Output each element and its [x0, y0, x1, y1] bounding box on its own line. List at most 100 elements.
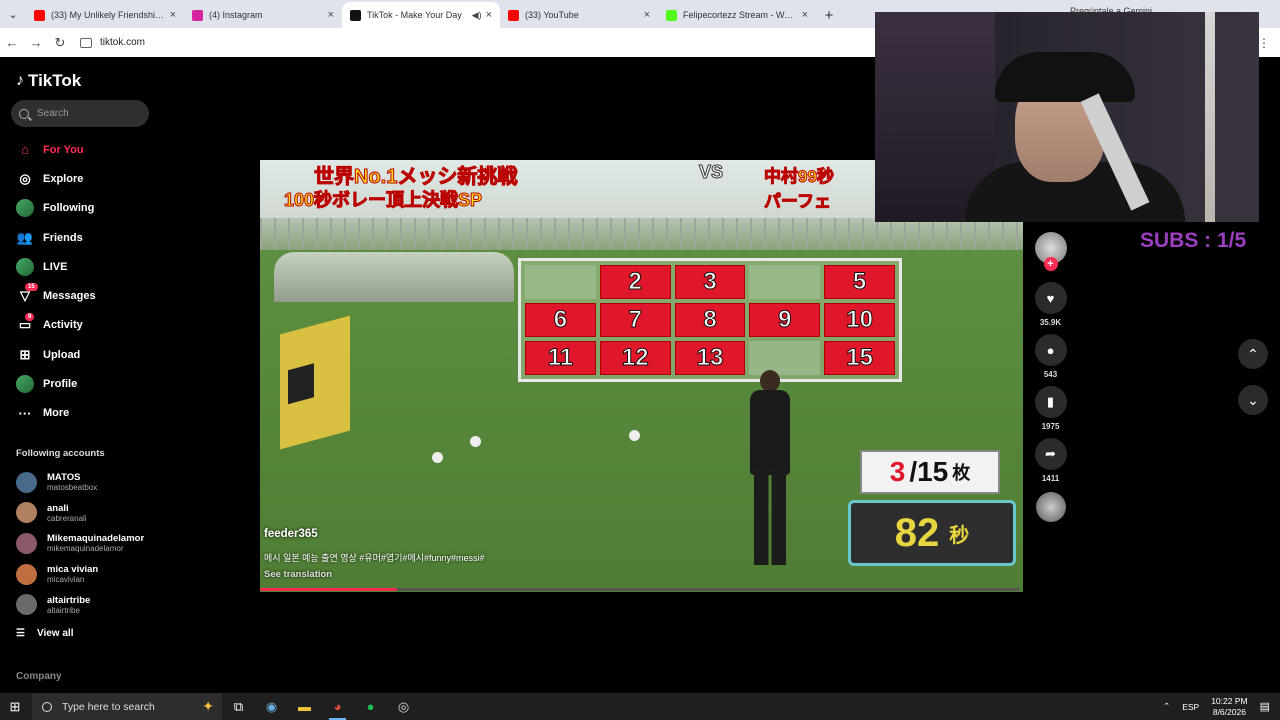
- target-board: 2 3 5 6 7 8 9 10 11 12 13 15: [518, 258, 902, 382]
- tab-search-chevron-icon[interactable]: ⌄: [0, 0, 26, 28]
- comment-button[interactable]: ●: [1034, 334, 1067, 366]
- target-cell: 13: [674, 341, 746, 375]
- soccer-ball: [470, 436, 481, 447]
- sidebar-item-upload[interactable]: ⊞ Upload: [16, 340, 156, 369]
- following-account[interactable]: altairtribe altairtribe: [16, 589, 156, 620]
- company-heading[interactable]: Company: [16, 671, 62, 682]
- sidebar-item-more[interactable]: ··· More: [16, 399, 156, 428]
- avatar: [16, 502, 37, 524]
- previous-video-button[interactable]: ⌃: [1238, 339, 1268, 369]
- account-handle: mikemaquinadelamor: [47, 544, 124, 554]
- sidebar-item-label: Messages: [43, 290, 96, 303]
- hit-total: /15: [909, 456, 949, 487]
- following-account[interactable]: Mikemaquinadelamor mikemaquinadelamor: [16, 528, 156, 559]
- search-icon: [19, 108, 29, 119]
- author-avatar[interactable]: +: [1034, 232, 1067, 271]
- url-field[interactable]: tiktok.com: [80, 37, 145, 48]
- banner-right-title: 中村99秒パーフェ: [764, 167, 835, 212]
- forward-arrow-icon[interactable]: →: [24, 35, 48, 50]
- browser-tab[interactable]: (4) Instagram ×: [184, 2, 342, 28]
- upload-icon: ⊞: [19, 346, 31, 362]
- share-button[interactable]: ➦: [1034, 438, 1067, 470]
- browser-tab[interactable]: (33) YouTube ×: [500, 2, 658, 28]
- tab-close-icon[interactable]: ×: [644, 9, 650, 21]
- list-icon: ☰: [16, 628, 25, 639]
- sidebar-item-label: Activity: [43, 319, 83, 332]
- comment-icon: ●: [1046, 342, 1055, 358]
- video-progress-bar[interactable]: [260, 588, 1020, 591]
- site-info-icon[interactable]: [80, 37, 92, 48]
- next-video-button[interactable]: ⌄: [1238, 385, 1268, 415]
- see-translation-link[interactable]: See translation: [264, 569, 332, 580]
- chrome-icon[interactable]: ◕: [321, 693, 354, 720]
- sidebar-item-label: Following: [43, 202, 95, 215]
- sidebar-item-following[interactable]: Following: [16, 194, 156, 223]
- account-handle: micavivian: [47, 575, 85, 585]
- video-player[interactable]: 世界No.1メッシ新挑戦 100秒ボレー頂上決戦SP VS 中村99秒パーフェ …: [260, 160, 1023, 592]
- view-all-button[interactable]: ☰ View all: [16, 628, 73, 639]
- obs-icon[interactable]: ◎: [387, 693, 420, 720]
- windows-start-icon[interactable]: ⊞: [0, 699, 30, 715]
- like-button[interactable]: ♥: [1034, 282, 1067, 314]
- browser-menu-icon[interactable]: ⋮: [1258, 36, 1270, 50]
- notification-icon[interactable]: ▤: [1260, 700, 1270, 713]
- following-accounts-list: MATOS matosbeatbox anali cabreranali Mik…: [16, 467, 156, 620]
- taskbar-search-input[interactable]: Type here to search ✦: [32, 693, 222, 720]
- sidebar-item-profile[interactable]: Profile: [16, 369, 156, 398]
- video-author[interactable]: feeder365: [264, 528, 318, 540]
- task-view-icon[interactable]: ⧉: [222, 693, 255, 720]
- clock-date: 8/6/2026: [1212, 706, 1246, 717]
- taskbar: ⊞ Type here to search ✦ ⧉ ◉ ▬ ◕ ● ◎ ⌃ ES…: [0, 693, 1280, 720]
- view-all-label: View all: [36, 628, 74, 639]
- following-account[interactable]: anali cabreranali: [16, 498, 156, 529]
- sidebar: ♪ TikTok Search ⌂ For You ◎ Explore Follo…: [0, 57, 160, 693]
- sidebar-item-activity[interactable]: ▭ 9 Activity: [16, 311, 156, 340]
- account-name: altairtribe: [47, 594, 91, 606]
- tab-close-icon[interactable]: ×: [486, 9, 492, 21]
- sidebar-item-live[interactable]: LIVE: [16, 252, 156, 281]
- sidebar-item-label: Explore: [43, 172, 84, 185]
- file-explorer-icon[interactable]: ▬: [288, 693, 321, 720]
- soccer-ball: [432, 452, 443, 463]
- logo-text: TikTok: [28, 71, 82, 90]
- sidebar-item-label: Profile: [43, 378, 78, 391]
- following-account[interactable]: mica vivian micavivian: [16, 559, 156, 590]
- tab-close-icon[interactable]: ×: [170, 9, 176, 21]
- avatar: [16, 563, 37, 585]
- tab-close-icon[interactable]: ×: [802, 9, 808, 21]
- save-button[interactable]: ▮: [1034, 386, 1067, 418]
- search-placeholder: Search: [37, 108, 69, 119]
- new-tab-button[interactable]: +: [816, 2, 842, 28]
- sidebar-item-explore[interactable]: ◎ Explore: [16, 164, 156, 193]
- action-rail: + ♥ 35.9K ● 543 ▮ 1975 ➦ 1411: [1033, 232, 1068, 522]
- browser-tab[interactable]: TikTok - Make Your Day ◀) ×: [342, 2, 500, 28]
- webcam-overlay: [875, 12, 1259, 222]
- music-disc-icon[interactable]: [1035, 492, 1066, 522]
- browser-tab[interactable]: (33) My Unlikely Friendship wit ×: [26, 2, 184, 28]
- tab-close-icon[interactable]: ×: [328, 9, 334, 21]
- search-input[interactable]: Search: [11, 100, 149, 127]
- back-arrow-icon[interactable]: ←: [0, 35, 24, 50]
- sidebar-item-for-you[interactable]: ⌂ For You: [16, 135, 156, 164]
- tray-chevron-up-icon[interactable]: ⌃: [1163, 701, 1170, 712]
- sidebar-item-label: Upload: [43, 348, 81, 361]
- sidebar-item-messages[interactable]: ▽ 15 Messages: [16, 281, 156, 310]
- video-sign: [280, 315, 350, 450]
- sidebar-item-friends[interactable]: 👥 Friends: [16, 223, 156, 252]
- tab-audio-icon[interactable]: ◀): [472, 10, 482, 21]
- banner-vs: VS: [698, 162, 724, 183]
- reload-icon[interactable]: ↻: [48, 35, 72, 51]
- language-indicator[interactable]: ESP: [1182, 702, 1199, 712]
- account-name: mica vivian: [47, 564, 99, 576]
- steam-icon[interactable]: ◉: [255, 693, 288, 720]
- avatar: [16, 594, 37, 616]
- tiktok-logo[interactable]: ♪ TikTok: [16, 71, 81, 91]
- follow-plus-icon[interactable]: +: [1043, 257, 1058, 271]
- clock[interactable]: 10:22 PM 8/6/2026: [1211, 696, 1247, 718]
- following-account[interactable]: MATOS matosbeatbox: [16, 467, 156, 498]
- browser-tab[interactable]: Felipecortezz Stream - Watch L ×: [658, 2, 816, 28]
- tab-title: (33) YouTube: [525, 10, 579, 20]
- tab-favicon-icon: [192, 9, 203, 21]
- spotify-icon[interactable]: ●: [354, 693, 387, 720]
- video-description: 메시 일본 예능 출연 영상 #유머#엽기#메시#funny#messi#: [264, 553, 485, 563]
